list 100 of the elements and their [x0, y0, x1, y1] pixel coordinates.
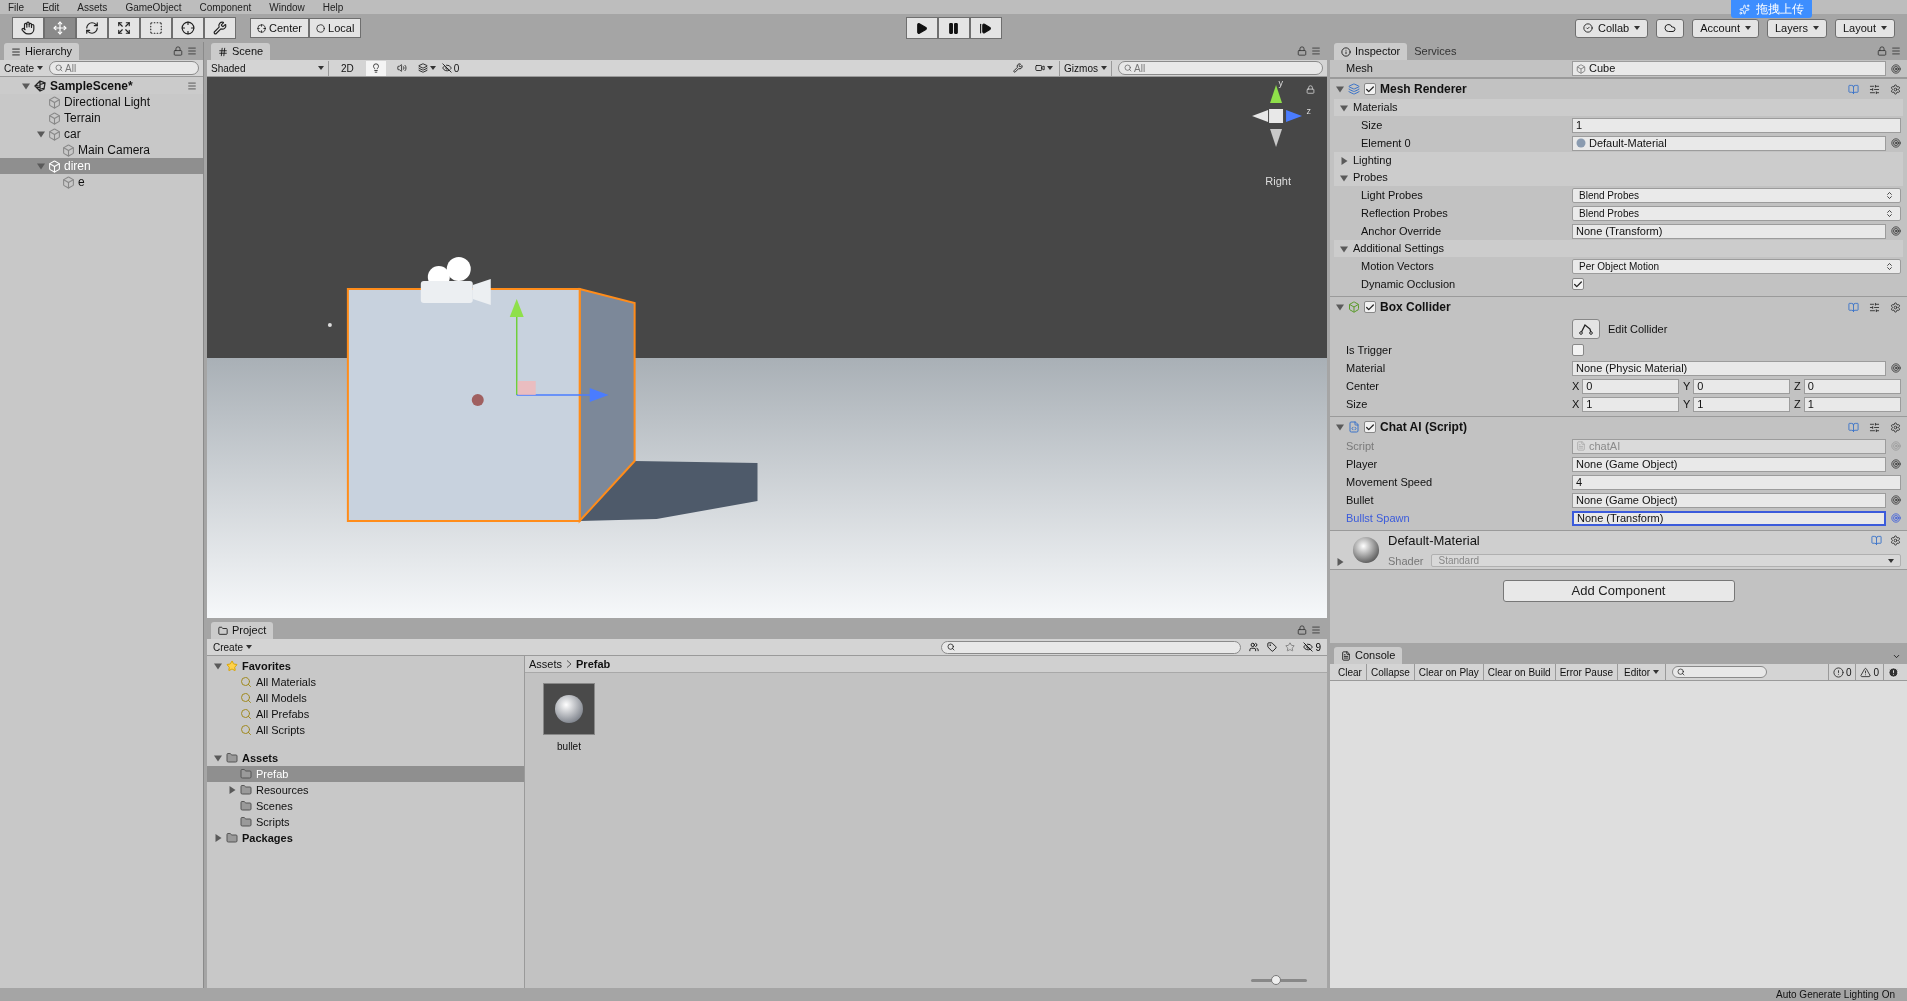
foldout-arrow-icon[interactable]: [227, 786, 236, 794]
toolbar-dropdown[interactable]: Layers: [1766, 18, 1827, 38]
text-field[interactable]: 1: [1582, 396, 1679, 412]
preset-icon[interactable]: [1869, 421, 1880, 433]
object-field[interactable]: None (Game Object): [1572, 456, 1886, 472]
tool-button[interactable]: [108, 17, 140, 39]
panel-tab[interactable]: Scene: [211, 43, 271, 60]
foldout-arrow-icon[interactable]: [1340, 244, 1348, 253]
cloud-button[interactable]: [1656, 18, 1685, 38]
text-field[interactable]: 0: [1693, 378, 1790, 394]
foldout-arrow-icon[interactable]: [213, 662, 222, 670]
scene-tools-icon[interactable]: [1013, 63, 1024, 73]
help-book-icon[interactable]: [1848, 301, 1859, 313]
panel-menu-icon[interactable]: [1892, 652, 1901, 661]
foldout-arrow-icon[interactable]: [22, 81, 30, 90]
lighting-toggle[interactable]: [365, 60, 386, 76]
tool-button[interactable]: [172, 17, 204, 39]
log-count-toggle[interactable]: 0: [1827, 663, 1856, 681]
foldout-arrow-icon[interactable]: [1340, 156, 1348, 165]
text-field[interactable]: 1: [1572, 117, 1901, 133]
search-field[interactable]: All: [49, 61, 199, 75]
console-toolbar-button[interactable]: Clear on Play: [1414, 663, 1484, 681]
gizmos-dropdown[interactable]: Gizmos: [1059, 60, 1112, 76]
toolbar-dropdown[interactable]: Layout: [1834, 18, 1895, 38]
shading-dropdown[interactable]: Shaded: [211, 60, 329, 76]
console-toolbar-button[interactable]: Error Pause: [1555, 663, 1619, 681]
text-field[interactable]: 0: [1582, 378, 1679, 394]
foldout-arrow-icon[interactable]: [213, 754, 222, 762]
object-picker-icon[interactable]: [1891, 63, 1901, 74]
menu-item[interactable]: Help: [322, 0, 344, 15]
console-toolbar-button[interactable]: Collapse: [1366, 663, 1415, 681]
menu-item[interactable]: GameObject: [125, 0, 182, 15]
editor-dropdown[interactable]: Editor: [1618, 663, 1667, 681]
foldout-header[interactable]: Additional Settings: [1334, 240, 1903, 257]
project-tree-item[interactable]: Resources: [207, 782, 524, 798]
step-button[interactable]: [969, 17, 1002, 39]
object-field[interactable]: None (Game Object): [1572, 492, 1886, 508]
hierarchy-item[interactable]: e: [0, 174, 203, 190]
help-book-icon[interactable]: [1871, 535, 1882, 547]
pause-button[interactable]: [937, 17, 970, 39]
lock-icon[interactable]: [1297, 625, 1307, 635]
settings-icon[interactable]: [1890, 83, 1901, 95]
foldout-header[interactable]: Materials: [1334, 99, 1903, 116]
zoom-slider-track[interactable]: [1251, 978, 1307, 982]
view-lock-icon[interactable]: [1306, 85, 1315, 94]
toolbar-dropdown[interactable]: Collab: [1575, 18, 1649, 38]
project-tree-item[interactable]: All Prefabs: [207, 706, 524, 722]
camera-dropdown[interactable]: [1035, 63, 1054, 73]
project-tree-item[interactable]: All Materials: [207, 674, 524, 690]
pivot-button[interactable]: Center: [250, 18, 310, 38]
dropdown-field[interactable]: Blend Probes: [1572, 187, 1901, 203]
project-tree-item[interactable]: Assets: [207, 750, 524, 766]
search-field[interactable]: [1672, 666, 1768, 678]
object-picker-icon[interactable]: [1891, 226, 1901, 236]
foldout-arrow-icon[interactable]: [36, 130, 45, 138]
log-count-toggle[interactable]: 0: [1855, 663, 1883, 681]
pivot-button[interactable]: Local: [309, 18, 362, 38]
project-tree-item[interactable]: All Scripts: [207, 722, 524, 738]
lock-icon[interactable]: [1877, 46, 1887, 56]
foldout-arrow-icon[interactable]: [1336, 423, 1344, 431]
hierarchy-item[interactable]: Main Camera: [0, 142, 203, 158]
menu-item[interactable]: Assets: [77, 0, 108, 15]
enabled-checkbox[interactable]: [1364, 301, 1376, 313]
play-button[interactable]: [905, 17, 938, 39]
object-field[interactable]: None (Transform): [1572, 223, 1886, 239]
checkbox[interactable]: [1572, 278, 1584, 290]
toolbar-dropdown[interactable]: Account: [1692, 18, 1759, 38]
settings-icon[interactable]: [1890, 535, 1901, 547]
object-picker-icon[interactable]: [1891, 138, 1901, 148]
menu-item[interactable]: Window: [269, 0, 305, 15]
foldout-arrow-icon[interactable]: [1340, 173, 1348, 182]
panel-tab[interactable]: Console: [1334, 647, 1403, 664]
preset-icon[interactable]: [1869, 301, 1880, 313]
hierarchy-item[interactable]: Directional Light: [0, 94, 203, 110]
asset-thumbnail[interactable]: [543, 683, 595, 735]
panel-tab[interactable]: Services: [1407, 43, 1464, 60]
foldout-header[interactable]: Lighting: [1334, 152, 1903, 169]
console-toolbar-button[interactable]: Clear on Build: [1483, 663, 1556, 681]
help-book-icon[interactable]: [1848, 83, 1859, 95]
tool-button[interactable]: [12, 17, 44, 39]
tool-button[interactable]: [76, 17, 108, 39]
search-field[interactable]: [941, 640, 1242, 654]
project-tree-item[interactable]: Scenes: [207, 798, 524, 814]
help-book-icon[interactable]: [1848, 421, 1859, 433]
object-picker-icon[interactable]: [1891, 513, 1901, 523]
dropdown-field[interactable]: Blend Probes: [1572, 205, 1901, 221]
object-picker-icon[interactable]: [1891, 363, 1901, 373]
text-field[interactable]: 1: [1693, 396, 1790, 412]
lock-icon[interactable]: [173, 46, 183, 56]
label-icon[interactable]: [1267, 642, 1278, 652]
settings-icon[interactable]: [1890, 301, 1901, 313]
filter-type-icon[interactable]: [1249, 642, 1260, 652]
object-field[interactable]: Cube: [1572, 61, 1886, 76]
add-component-button[interactable]: Add Component: [1502, 580, 1735, 602]
menu-item[interactable]: Component: [199, 0, 252, 15]
enabled-checkbox[interactable]: [1364, 421, 1376, 433]
dropdown-field[interactable]: Per Object Motion: [1572, 258, 1901, 274]
panel-tab[interactable]: Hierarchy: [4, 43, 80, 60]
text-field[interactable]: 0: [1803, 378, 1901, 394]
panel-tab[interactable]: Project: [211, 622, 274, 639]
